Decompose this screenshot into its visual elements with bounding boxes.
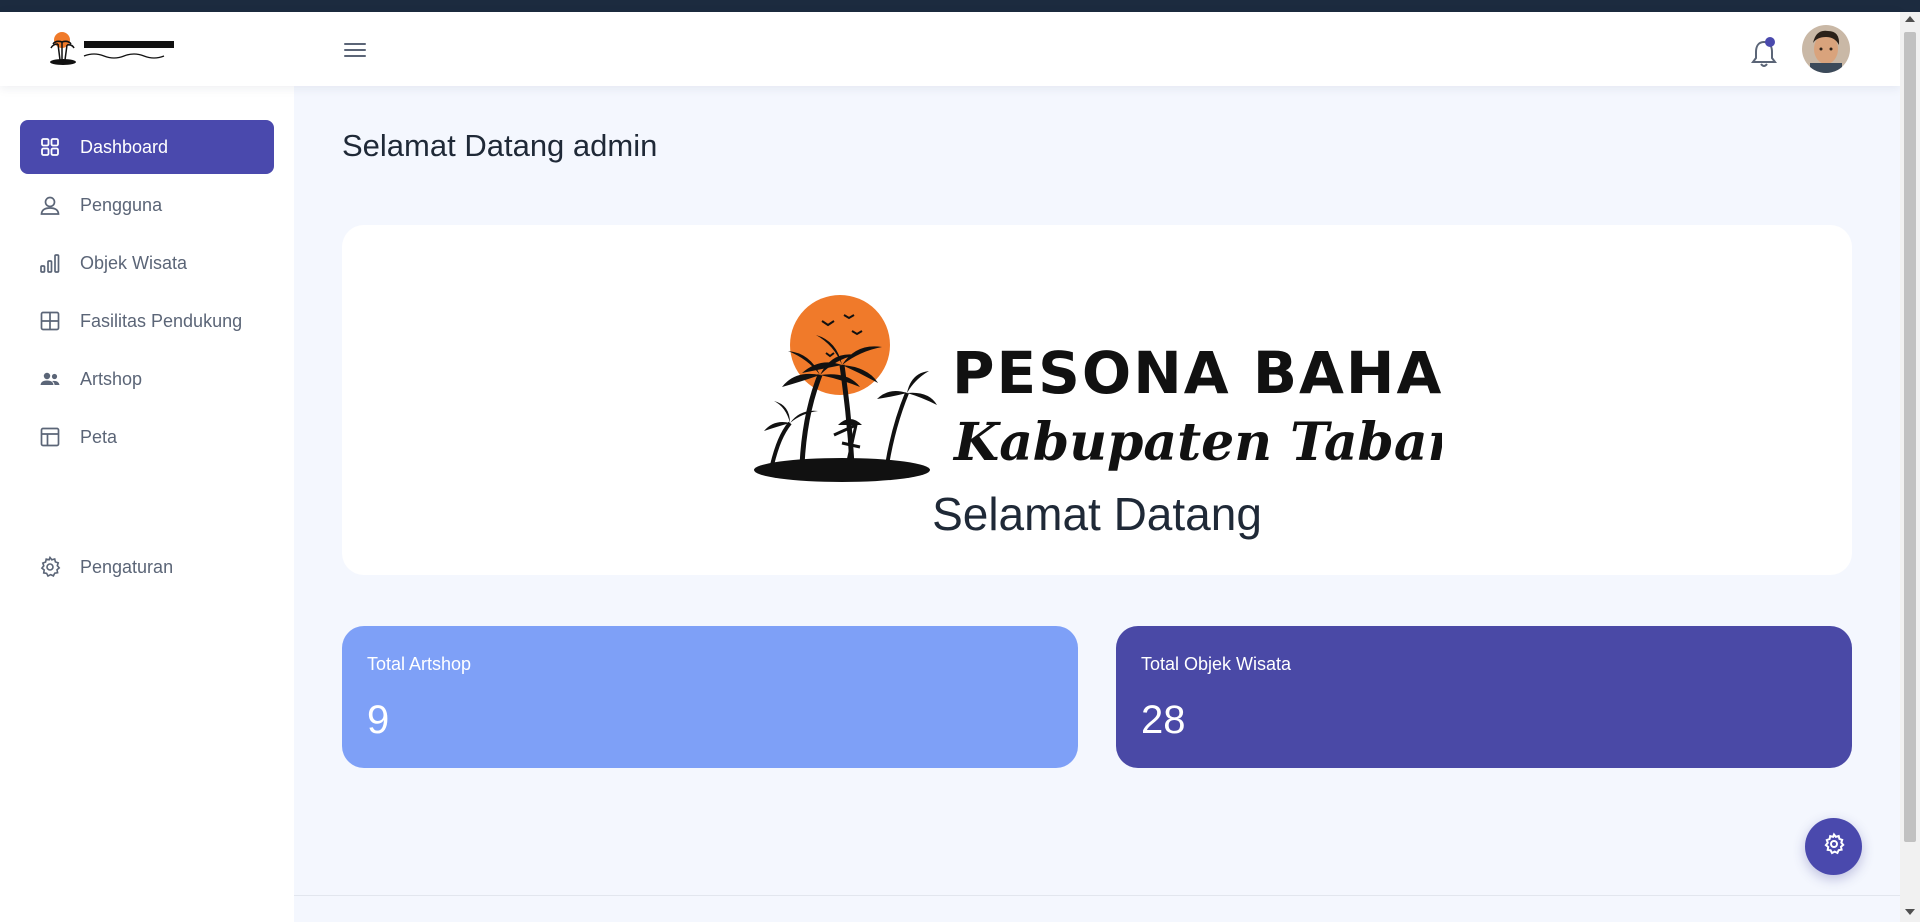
top-header (0, 12, 1900, 86)
settings-fab-button[interactable] (1805, 818, 1862, 875)
sidebar-item-label: Fasilitas Pendukung (80, 310, 243, 331)
brand-logo[interactable] (48, 30, 178, 70)
welcome-heading: Selamat Datang (932, 488, 1262, 540)
sidebar-item-artshop[interactable]: Artshop (20, 352, 274, 406)
total-objek-wisata-card: Total Objek Wisata 28 (1116, 626, 1852, 768)
user-icon (38, 193, 62, 217)
bell-icon[interactable] (1749, 36, 1779, 70)
people-icon (38, 367, 62, 391)
sidebar-item-label: Pengaturan (80, 556, 174, 577)
scroll-up-arrow[interactable] (1905, 16, 1915, 22)
footer-divider (294, 895, 1900, 896)
sidebar-item-peta[interactable]: Peta (20, 410, 274, 464)
card-label: Total Artshop (367, 654, 472, 674)
sidebar-item-pengaturan[interactable]: Pengaturan (20, 540, 274, 594)
sidebar-item-label: Dashboard (80, 136, 169, 157)
layout-icon (38, 425, 62, 449)
sidebar-item-label: Artshop (80, 368, 143, 389)
card-value: 9 (367, 698, 390, 742)
total-artshop-card: Total Artshop 9 (342, 626, 1078, 768)
scroll-thumb[interactable] (1904, 32, 1916, 842)
sidebar-item-dashboard[interactable]: Dashboard (20, 120, 274, 174)
gear-icon (38, 555, 62, 579)
page-title: Selamat Datang admin (342, 128, 658, 163)
sidebar: Dashboard Pengguna Objek Wisata Fasilita… (0, 86, 294, 922)
sidebar-item-label: Peta (80, 426, 118, 447)
scroll-down-arrow[interactable] (1905, 909, 1915, 915)
pesona-bahari-logo: PESONA BAHARI Kabupaten Tabanan (742, 265, 1537, 490)
hamburger-menu-icon[interactable] (340, 38, 370, 62)
bar-chart-icon (38, 251, 62, 275)
welcome-banner: PESONA BAHARI Kabupaten Tabanan Selamat … (342, 225, 1852, 575)
table-grid-icon (38, 309, 62, 333)
card-label: Total Objek Wisata (1141, 654, 1292, 674)
page-scrollbar[interactable] (1900, 12, 1920, 922)
sidebar-item-label: Pengguna (80, 194, 163, 215)
svg-text:PESONA BAHARI: PESONA BAHARI (952, 339, 1442, 407)
notification-dot (1765, 37, 1775, 47)
svg-text:Kabupaten Tabanan: Kabupaten Tabanan (952, 412, 1442, 473)
sidebar-item-label: Objek Wisata (80, 252, 188, 273)
gear-icon (1822, 832, 1846, 861)
user-avatar[interactable] (1802, 25, 1850, 73)
sidebar-item-objek-wisata[interactable]: Objek Wisata (20, 236, 274, 290)
grid-icon (38, 135, 62, 159)
card-value: 28 (1141, 698, 1186, 742)
sidebar-item-fasilitas-pendukung[interactable]: Fasilitas Pendukung (20, 294, 274, 348)
sidebar-item-pengguna[interactable]: Pengguna (20, 178, 274, 232)
browser-top-strip (0, 0, 1920, 12)
